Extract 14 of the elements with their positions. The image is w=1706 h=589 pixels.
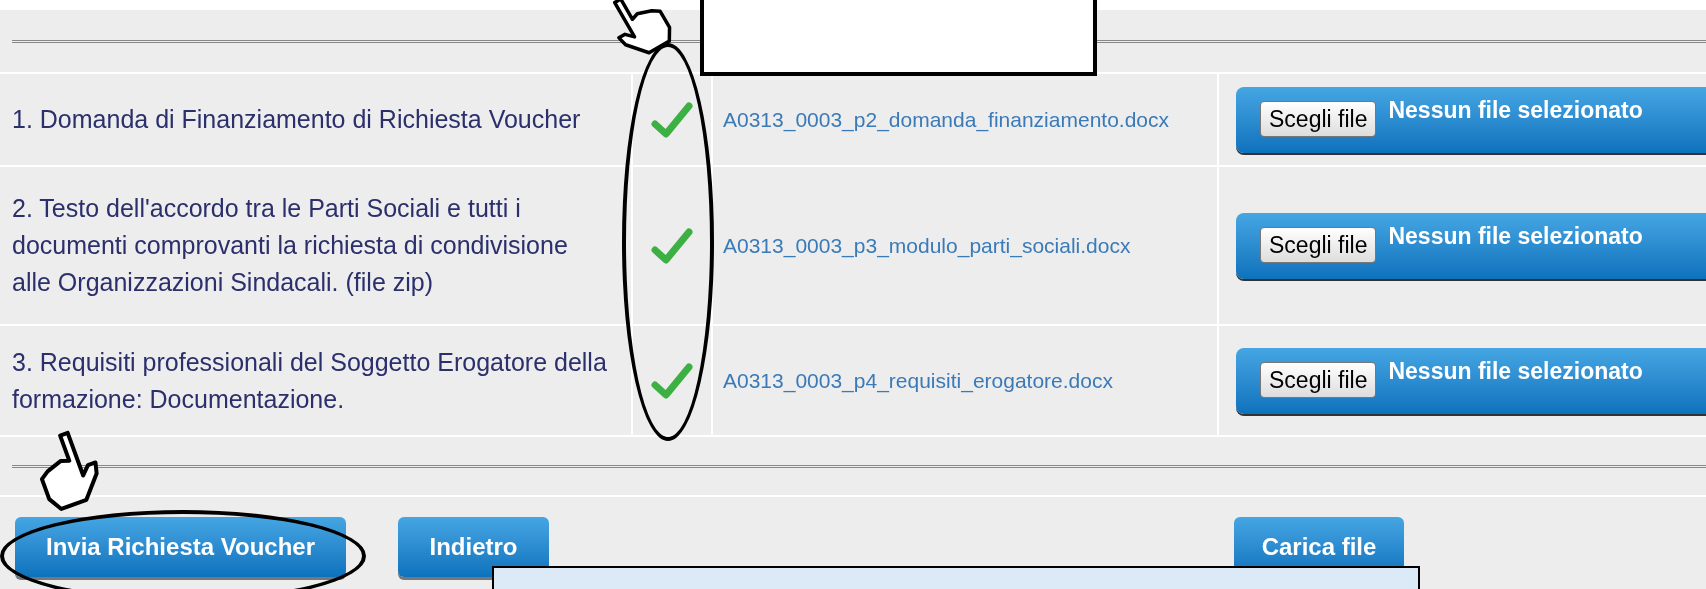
back-button[interactable]: Indietro [398,517,549,577]
file-upload-field[interactable]: Scegli file Nessun file selezionato [1236,347,1706,414]
file-status: Nessun file selezionato [1388,356,1643,386]
document-description: 3. Requisiti professionali del Soggetto Erogatore della formazione: Documentazione. [12,346,608,415]
document-description: 1. Domanda di Finanziamento di Richiesta Voucher [12,104,581,135]
submit-button[interactable]: Invia Richiesta Voucher [15,517,346,577]
file-status: Nessun file selezionato [1388,95,1643,125]
file-upload-field[interactable]: Scegli file Nessun file selezionato [1236,86,1706,153]
file-link[interactable]: A0313_0003_p2_domanda_finanziamento.docx [723,103,1170,136]
file-status: Nessun file selezionato [1388,221,1643,251]
file-link[interactable]: A0313_0003_p3_modulo_parti_sociali.docx [723,229,1131,262]
document-description: 2. Testo dell'accordo tra le Parti Sociali e tutti i documenti comprovanti la richiesta di condivisione alle Organizzazioni Sindacali. (file zip) [12,193,569,298]
file-upload-field[interactable]: Scegli file Nessun file selezionato [1236,212,1706,279]
file-link[interactable]: A0313_0003_p4_requisiti_erogatore.docx [723,364,1113,397]
